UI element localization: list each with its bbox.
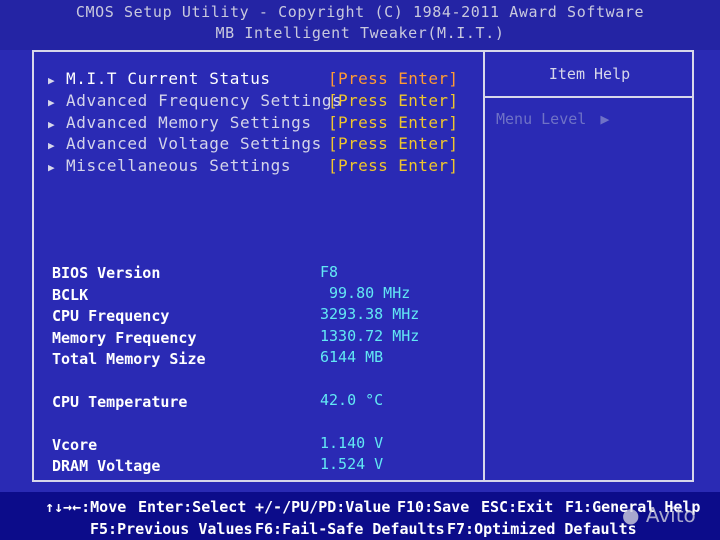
bclk-label: BCLK <box>52 286 89 304</box>
menu-item-advanced-memory-settings[interactable]: ▶ Advanced Memory Settings <box>48 113 312 135</box>
item-help-divider <box>485 96 694 98</box>
move-key-hint: ↑↓→←:Move <box>45 498 127 516</box>
cpu-temperature-label: CPU Temperature <box>52 393 188 411</box>
watermark-text: Avito <box>645 503 696 527</box>
cpu-frequency-value: 3293.38 MHz <box>320 305 420 323</box>
bios-screen: CMOS Setup Utility - Copyright (C) 1984-… <box>0 0 720 540</box>
menu-item-label: Miscellaneous Settings <box>66 156 292 175</box>
total-memory-size-value: 6144 MB <box>320 348 384 366</box>
value-key-hint: +/-/PU/PD:Value <box>255 498 391 516</box>
menu-item-advanced-voltage-settings[interactable]: ▶ Advanced Voltage Settings <box>48 134 322 156</box>
menu-item-label: Advanced Voltage Settings <box>66 134 322 153</box>
failsafe-defaults-key-hint: F6:Fail-Safe Defaults <box>255 520 445 538</box>
triangle-right-icon: ▶ <box>48 139 55 152</box>
previous-values-key-hint: F5:Previous Values <box>90 520 253 538</box>
bclk-value: 99.80 MHz <box>329 284 411 302</box>
menu-item-label: M.I.T Current Status <box>66 69 271 88</box>
watermark-dots-icon: ● <box>622 503 640 527</box>
save-key-hint: F10:Save <box>397 498 470 516</box>
select-key-hint: Enter:Select <box>138 498 247 516</box>
press-enter-button[interactable]: [Press Enter] <box>328 69 458 91</box>
memory-frequency-label: Memory Frequency <box>52 329 197 347</box>
triangle-right-icon: ▶ <box>48 161 55 174</box>
total-memory-size-label: Total Memory Size <box>52 350 206 368</box>
dram-voltage-value: 1.524 V <box>320 455 384 473</box>
menu-item-mit-current-status[interactable]: ▶ M.I.T Current Status <box>48 69 271 91</box>
triangle-right-icon: ▶ <box>48 74 55 87</box>
vcore-label: Vcore <box>52 436 98 454</box>
menu-item-label: Advanced Memory Settings <box>66 113 312 132</box>
key-help-bar: ↑↓→←:Move Enter:Select +/-/PU/PD:Value F… <box>0 492 720 540</box>
bios-version-value: F8 <box>320 263 339 281</box>
press-enter-button[interactable]: [Press Enter] <box>328 156 458 178</box>
cpu-frequency-label: CPU Frequency <box>52 307 170 325</box>
triangle-right-icon: ▶ <box>48 118 55 131</box>
memory-frequency-value: 1330.72 MHz <box>320 327 420 345</box>
menu-level: Menu Level ▶ <box>496 110 609 128</box>
exit-key-hint: ESC:Exit <box>481 498 554 516</box>
vcore-value: 1.140 V <box>320 434 384 452</box>
bios-title: CMOS Setup Utility - Copyright (C) 1984-… <box>75 3 645 21</box>
dram-voltage-label: DRAM Voltage <box>52 457 161 475</box>
bios-version-label: BIOS Version <box>52 264 161 282</box>
watermark-logo: ● Avito <box>622 503 696 527</box>
menu-item-label: Advanced Frequency Settings <box>66 91 343 110</box>
triangle-right-icon: ▶ <box>48 96 55 109</box>
menu-level-label: Menu Level <box>496 110 587 128</box>
menu-level-arrow-icon: ▶ <box>600 110 610 128</box>
press-enter-button[interactable]: [Press Enter] <box>328 91 458 113</box>
item-help-title: Item Help <box>548 65 631 83</box>
bios-header: CMOS Setup Utility - Copyright (C) 1984-… <box>0 0 720 50</box>
cpu-temperature-value: 42.0 °C <box>320 391 384 409</box>
press-enter-button[interactable]: [Press Enter] <box>328 134 458 156</box>
press-enter-button[interactable]: [Press Enter] <box>328 113 458 135</box>
menu-item-miscellaneous-settings[interactable]: ▶ Miscellaneous Settings <box>48 156 291 178</box>
menu-item-advanced-frequency-settings[interactable]: ▶ Advanced Frequency Settings <box>48 91 342 113</box>
page-title: MB Intelligent Tweaker(M.I.T.) <box>215 24 505 42</box>
optimized-defaults-key-hint: F7:Optimized Defaults <box>447 520 637 538</box>
panel-divider <box>483 52 485 480</box>
